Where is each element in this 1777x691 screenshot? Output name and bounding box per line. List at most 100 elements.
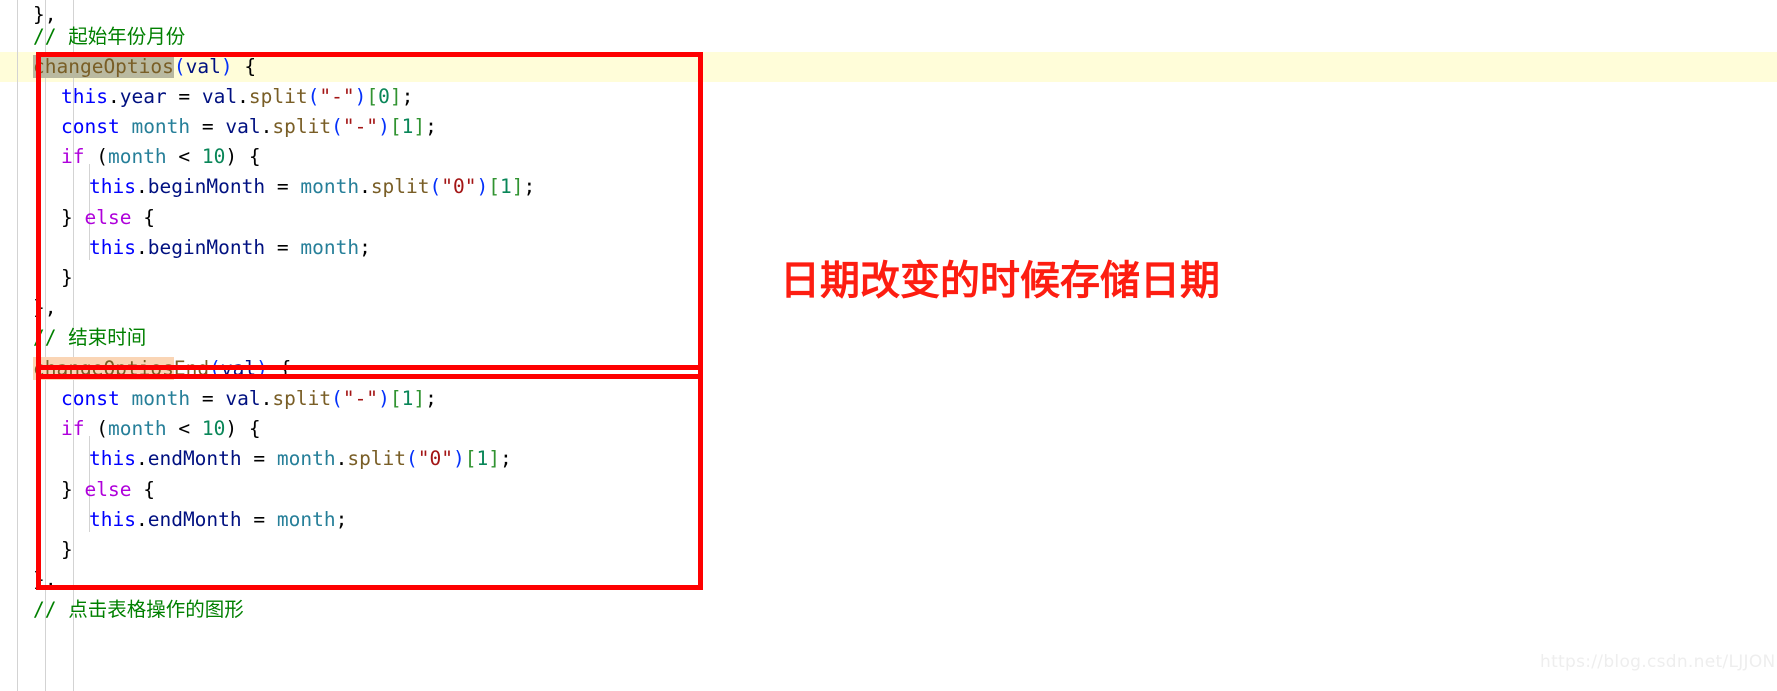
- code-token: .: [335, 447, 348, 470]
- code-token: [: [389, 115, 402, 138]
- code-token: changeOptios: [33, 55, 174, 78]
- code-token: ;: [359, 236, 371, 259]
- code-token: 0: [378, 85, 390, 108]
- code-token: ) {: [225, 145, 261, 168]
- code-token: 1: [401, 115, 414, 138]
- code-token: End: [173, 357, 210, 380]
- code-token: ;: [425, 115, 437, 138]
- code-token: split: [272, 387, 332, 410]
- code-token: val: [225, 387, 261, 410]
- code-line[interactable]: const month = val.split("-")[1];: [0, 112, 437, 142]
- code-token: month: [131, 387, 191, 410]
- code-token: endMonth: [147, 508, 242, 531]
- code-token: <: [166, 145, 202, 168]
- code-line[interactable]: const month = val.split("-")[1];: [0, 384, 437, 414]
- code-token: split: [272, 115, 332, 138]
- code-token: if: [61, 417, 85, 440]
- code-token: {: [131, 206, 155, 229]
- code-token: (: [331, 115, 343, 138]
- code-token: if: [61, 145, 85, 168]
- code-token: [: [389, 387, 402, 410]
- code-line[interactable]: this.year = val.split("-")[0];: [0, 82, 413, 112]
- code-token: // 起始年份月份: [33, 25, 186, 48]
- code-line[interactable]: // 结束时间: [0, 323, 146, 353]
- code-token: split: [347, 447, 407, 470]
- code-token: val: [201, 85, 238, 108]
- current-line-highlight: [0, 52, 1777, 82]
- code-token: =: [241, 508, 277, 531]
- code-token: ]: [413, 387, 426, 410]
- code-token: [: [366, 85, 379, 108]
- code-line[interactable]: changeOptiosEnd(val) {: [0, 354, 291, 384]
- code-line[interactable]: this.endMonth = month;: [0, 505, 347, 535]
- code-token: 10: [201, 417, 226, 440]
- code-token: ;: [401, 85, 414, 108]
- code-token: (: [331, 387, 343, 410]
- code-token: (: [307, 85, 320, 108]
- code-token: (: [429, 175, 442, 198]
- code-line[interactable]: },: [0, 565, 56, 595]
- code-token: (: [406, 447, 418, 470]
- code-token: }: [61, 266, 73, 289]
- code-line[interactable]: } else {: [0, 475, 155, 505]
- code-token: beginMonth: [147, 236, 266, 259]
- code-token: [: [488, 175, 500, 198]
- code-token: },: [33, 296, 57, 319]
- code-token: this: [89, 508, 136, 531]
- code-token: },: [33, 568, 57, 591]
- code-token: this: [89, 236, 136, 259]
- code-line[interactable]: changeOptios(val) {: [0, 52, 256, 82]
- code-token: ): [220, 55, 233, 78]
- code-token: (: [173, 55, 186, 78]
- code-token: ;: [523, 175, 536, 198]
- code-token: {: [131, 478, 155, 501]
- code-token: "-": [342, 387, 379, 410]
- code-token: ): [354, 85, 367, 108]
- code-token: ;: [425, 387, 437, 410]
- code-token: .: [135, 236, 148, 259]
- code-line[interactable]: if (month < 10) {: [0, 414, 261, 444]
- code-token: month: [300, 236, 360, 259]
- code-line[interactable]: }: [0, 263, 73, 293]
- code-token: .: [260, 115, 273, 138]
- code-token: else: [84, 478, 132, 501]
- code-token: {: [232, 55, 257, 78]
- code-token: // 点击表格操作的图形: [33, 598, 244, 621]
- code-token: =: [265, 236, 301, 259]
- code-token: split: [370, 175, 430, 198]
- code-token: ]: [488, 447, 501, 470]
- code-line[interactable]: this.beginMonth = month.split("0")[1];: [0, 172, 535, 202]
- code-token: 1: [476, 447, 489, 470]
- code-token: }: [61, 538, 73, 561]
- code-token: .: [107, 85, 120, 108]
- code-line[interactable]: this.beginMonth = month;: [0, 233, 371, 263]
- code-line[interactable]: // 点击表格操作的图形: [0, 595, 244, 625]
- code-token: ): [378, 115, 390, 138]
- code-token: month: [276, 447, 336, 470]
- code-token: endMonth: [147, 447, 242, 470]
- code-token: month: [107, 145, 167, 168]
- code-line[interactable]: },: [0, 293, 56, 323]
- code-line[interactable]: // 起始年份月份: [0, 22, 185, 52]
- code-token: .: [260, 387, 273, 410]
- code-token: ): [453, 447, 465, 470]
- code-token: "0": [441, 175, 477, 198]
- code-token: year: [119, 85, 167, 108]
- code-token: [: [464, 447, 477, 470]
- code-line[interactable]: } else {: [0, 203, 155, 233]
- code-token: ]: [389, 85, 402, 108]
- code-token: ): [256, 357, 268, 380]
- annotation-note-text: 日期改变的时候存储日期: [780, 258, 1220, 304]
- code-token: 1: [401, 387, 414, 410]
- code-editor[interactable]: },// 起始年份月份 changeOptios(val) {this.year …: [0, 0, 1777, 691]
- code-line[interactable]: this.endMonth = month.split("0")[1];: [0, 444, 512, 474]
- code-token: this: [89, 447, 136, 470]
- code-token: this: [89, 175, 136, 198]
- code-token: (: [209, 357, 221, 380]
- code-line[interactable]: }: [0, 535, 73, 565]
- code-token: =: [166, 85, 202, 108]
- code-line[interactable]: if (month < 10) {: [0, 142, 261, 172]
- code-token: beginMonth: [147, 175, 266, 198]
- code-token: {: [267, 357, 292, 380]
